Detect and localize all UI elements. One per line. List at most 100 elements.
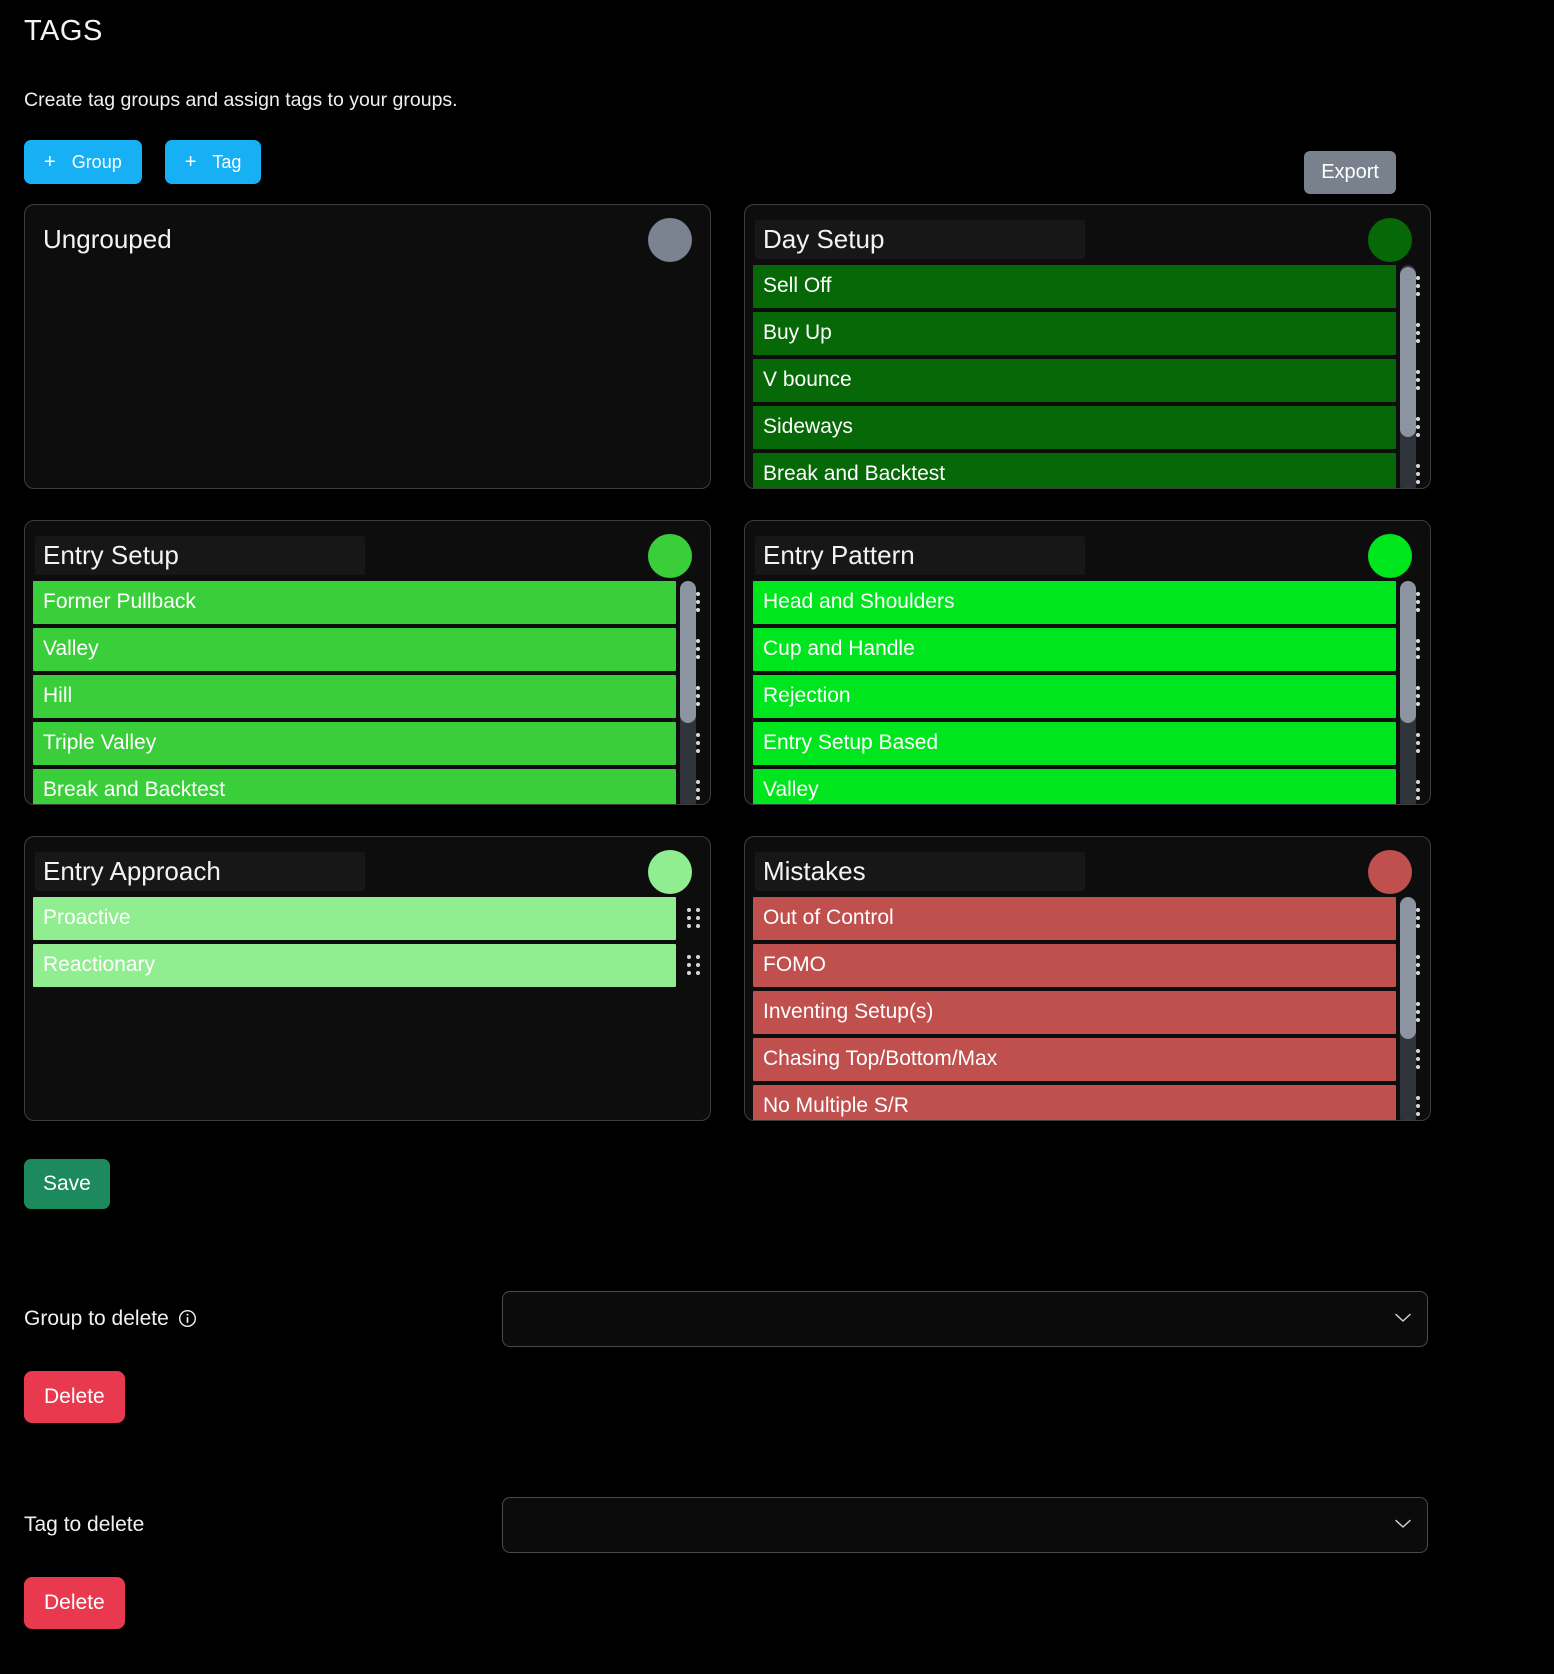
info-icon[interactable] [178, 1309, 197, 1328]
tag-to-delete-select[interactable] [502, 1496, 1428, 1553]
tag-name-input[interactable] [753, 580, 1396, 624]
drag-handle-icon[interactable] [676, 897, 710, 940]
tag-row [753, 405, 1430, 449]
tag-row [753, 1084, 1430, 1120]
tag-list [25, 265, 710, 488]
toolbar: + Group + Tag Export [24, 139, 1530, 194]
tag-name-input[interactable] [33, 943, 676, 987]
tag-row [753, 990, 1430, 1034]
tag-name-input[interactable] [753, 1037, 1396, 1081]
tag-name-input[interactable] [753, 990, 1396, 1034]
group-color-swatch[interactable] [1368, 849, 1412, 894]
tag-list-scrollbar[interactable] [680, 580, 696, 804]
tag-name-input[interactable] [753, 358, 1396, 402]
group-header [25, 215, 710, 265]
tag-list [745, 580, 1430, 804]
group-card [24, 835, 711, 1121]
tag-name-input[interactable] [753, 264, 1396, 308]
tag-row [33, 721, 710, 765]
tag-name-input[interactable] [33, 896, 676, 940]
tag-name-input[interactable] [753, 896, 1396, 940]
tag-to-delete-select-wrap [502, 1496, 1428, 1553]
tag-delete-row: Tag to delete [24, 1496, 1530, 1553]
tag-list [25, 580, 710, 804]
tag-name-input[interactable] [753, 768, 1396, 804]
tag-name-input[interactable] [33, 674, 676, 718]
group-header [25, 531, 710, 581]
drag-handle-icon[interactable] [676, 944, 710, 987]
tag-list [745, 264, 1430, 488]
group-name-input[interactable] [35, 852, 365, 892]
tag-list-scrollbar-thumb[interactable] [1400, 266, 1416, 437]
group-header [745, 847, 1430, 897]
tag-row [753, 264, 1430, 308]
tag-list-scrollbar[interactable] [1400, 896, 1416, 1120]
tag-name-input[interactable] [753, 311, 1396, 355]
group-color-swatch[interactable] [1368, 533, 1412, 578]
tag-row [33, 580, 710, 624]
tag-name-input[interactable] [753, 721, 1396, 765]
tag-name-input[interactable] [753, 627, 1396, 671]
group-to-delete-select[interactable] [502, 1290, 1428, 1347]
page-subtitle: Create tag groups and assign tags to you… [24, 88, 458, 111]
tag-name-input[interactable] [33, 721, 676, 765]
tag-row [33, 943, 710, 987]
tag-list-scrollbar-thumb[interactable] [1400, 580, 1416, 723]
tag-row [753, 1037, 1430, 1081]
tag-name-input[interactable] [33, 627, 676, 671]
plus-icon: + [184, 150, 197, 173]
tag-name-input[interactable] [753, 1084, 1396, 1120]
group-header [745, 215, 1430, 265]
tag-name-input[interactable] [753, 674, 1396, 718]
tag-name-input[interactable] [753, 943, 1396, 987]
group-header [25, 847, 710, 897]
group-name-input[interactable] [755, 536, 1085, 576]
tag-name-input[interactable] [33, 580, 676, 624]
page-title: TAGS [24, 15, 103, 47]
tag-list-scrollbar-thumb[interactable] [1400, 896, 1416, 1039]
delete-tag-button[interactable]: Delete [24, 1576, 125, 1629]
group-color-swatch[interactable] [648, 849, 692, 894]
tag-row [753, 721, 1430, 765]
tag-list-scrollbar-thumb[interactable] [680, 580, 696, 723]
group-name-input[interactable] [755, 220, 1085, 260]
tag-row [753, 452, 1430, 488]
tag-list-scrollbar[interactable] [1400, 264, 1416, 488]
export-button[interactable]: Export [1304, 150, 1396, 194]
tag-delete-section: Tag to delete Delete [24, 1496, 1530, 1629]
tag-row [753, 627, 1430, 671]
group-card [24, 519, 711, 805]
tag-name-input[interactable] [33, 768, 676, 804]
group-color-swatch[interactable] [648, 533, 692, 578]
tag-row [753, 580, 1430, 624]
group-name-input[interactable] [35, 220, 365, 260]
group-card [744, 203, 1431, 489]
group-grid [24, 203, 1530, 1121]
tag-row [33, 768, 710, 804]
group-card [24, 203, 711, 489]
tag-row [753, 358, 1430, 402]
group-card [744, 519, 1431, 805]
tag-name-input[interactable] [753, 405, 1396, 449]
group-to-delete-label: Group to delete [24, 1307, 502, 1331]
group-color-swatch[interactable] [1368, 217, 1412, 262]
tag-to-delete-label: Tag to delete [24, 1513, 502, 1537]
tag-list-scrollbar[interactable] [1400, 580, 1416, 804]
group-color-swatch[interactable] [648, 217, 692, 262]
add-group-button[interactable]: + Group [24, 139, 142, 184]
tag-row [753, 943, 1430, 987]
tag-row [33, 674, 710, 718]
tags-page: TAGS Create tag groups and assign tags t… [0, 14, 1554, 1674]
tag-list [745, 896, 1430, 1120]
group-to-delete-text: Group to delete [24, 1306, 169, 1330]
group-name-input[interactable] [755, 852, 1085, 892]
tag-row [33, 896, 710, 940]
add-tag-button[interactable]: + Tag [164, 139, 262, 184]
tag-name-input[interactable] [753, 452, 1396, 488]
group-name-input[interactable] [35, 536, 365, 576]
tag-to-delete-text: Tag to delete [24, 1512, 145, 1536]
group-delete-section: Group to delete Delete [24, 1290, 1530, 1423]
tag-row [753, 311, 1430, 355]
save-button[interactable]: Save [24, 1158, 110, 1209]
delete-group-button[interactable]: Delete [24, 1370, 125, 1423]
